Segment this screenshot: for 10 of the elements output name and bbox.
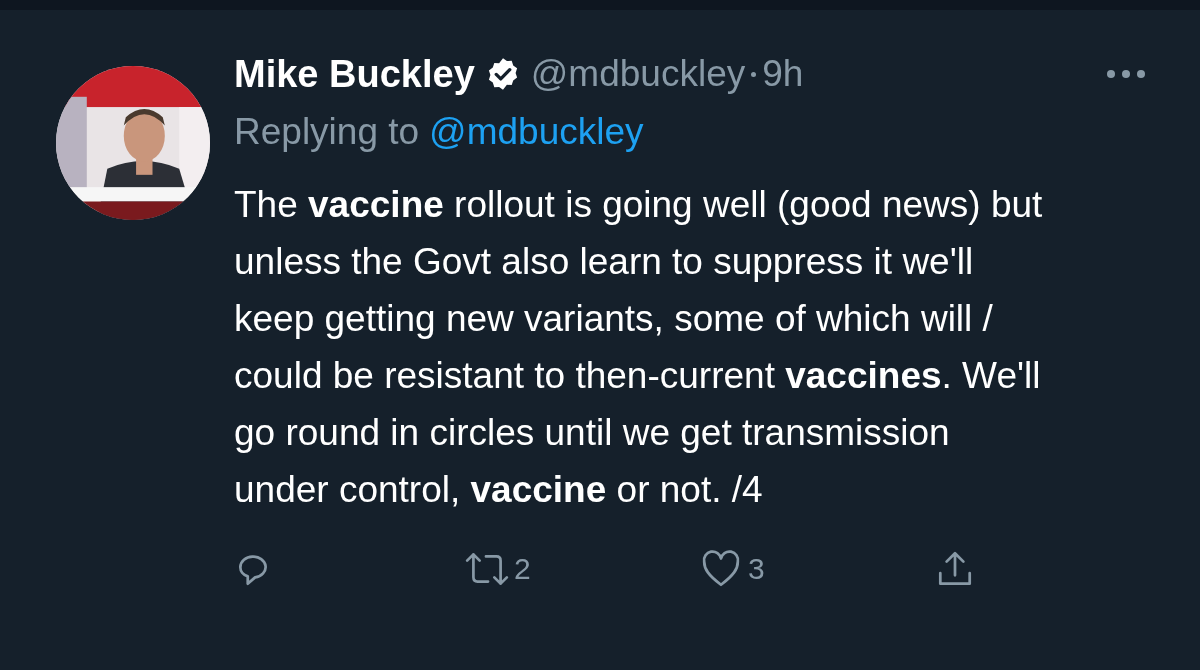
author-handle[interactable]: @mdbuckley xyxy=(530,53,746,95)
reply-to-link[interactable]: @mdbuckley xyxy=(429,111,644,153)
tweet-text: The vaccine rollout is going well (good news) but unless the Govt also learn to suppress it we'll keep getting new variants, some of which will / could be resistant to then-current vaccines. We'll go round in circles until we get transmission under control, vaccine or not. /4 xyxy=(234,183,1044,512)
author-name[interactable]: Mike Buckley xyxy=(234,52,475,96)
tweet-time: 9h xyxy=(762,53,804,95)
separator-dot xyxy=(751,71,757,77)
action-count: 2 xyxy=(514,552,531,586)
more-icon[interactable] xyxy=(1106,69,1146,79)
action-count: 3 xyxy=(748,552,765,586)
replying-label: Replying to xyxy=(234,111,420,153)
